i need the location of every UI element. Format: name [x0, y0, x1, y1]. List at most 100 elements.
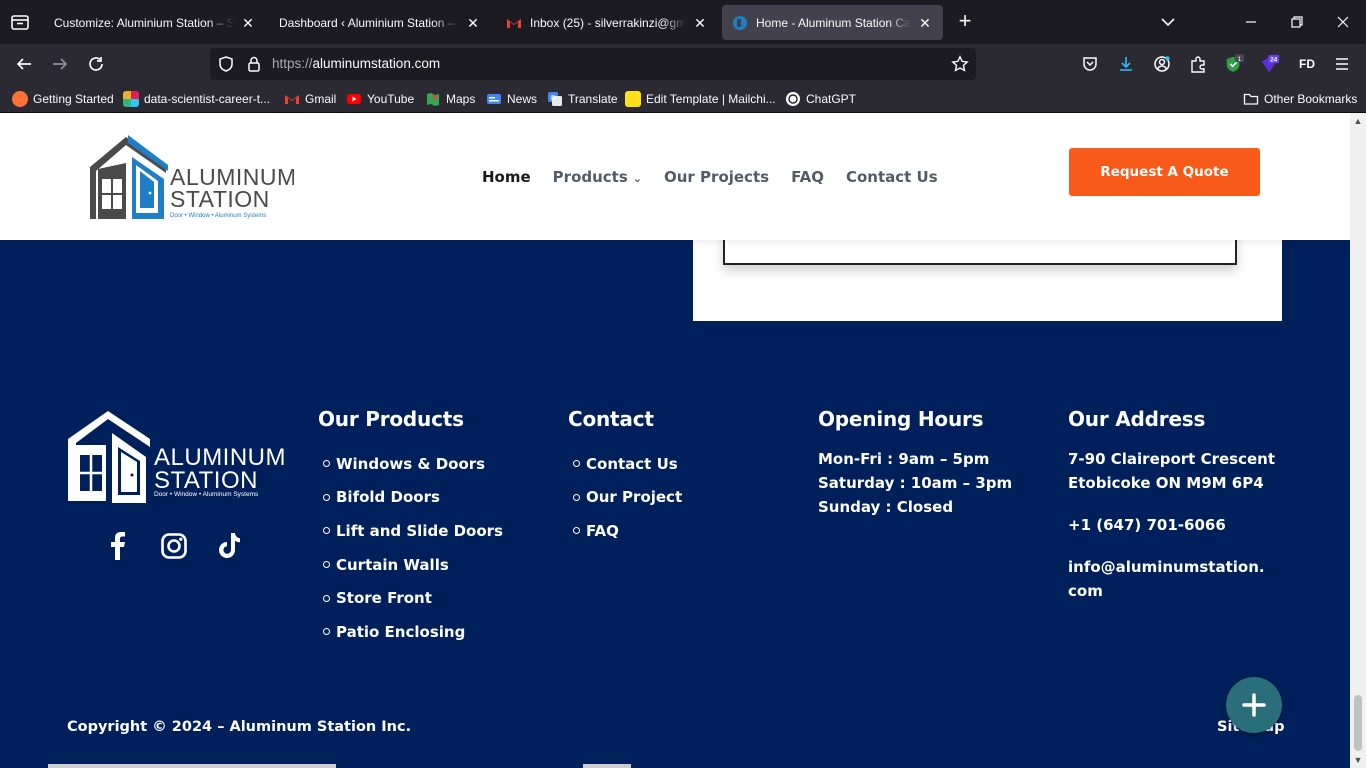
facebook-icon[interactable] [105, 531, 131, 561]
bookmark-youtube[interactable]: YouTube [346, 90, 414, 108]
bullet-icon [573, 527, 580, 535]
hours-weekdays: Mon-Fri : 9am – 5pm [818, 450, 990, 468]
hours-saturday: Saturday : 10am – 3pm [818, 474, 1013, 492]
bookmark-label: Getting Started [33, 92, 114, 106]
tab-bar: Customize: Aluminium Station – Sta ✕ Das… [0, 0, 1366, 44]
nav-contact-us[interactable]: Contact Us [846, 168, 938, 186]
close-icon[interactable]: ✕ [240, 15, 256, 31]
bookmark-label: Translate [568, 92, 618, 106]
reload-icon[interactable] [86, 54, 106, 74]
chatgpt-icon [786, 92, 800, 106]
address-bar[interactable]: https://aluminumstation.com [210, 48, 976, 80]
bookmark-translate[interactable]: G Translate [547, 90, 618, 108]
bookmark-getting-started[interactable]: Getting Started [12, 90, 114, 108]
forward-icon[interactable] [50, 54, 70, 74]
pocket-icon[interactable] [1080, 54, 1100, 74]
footer-hours-column: Opening Hours Mon-Fri : 9am – 5pm Saturd… [818, 407, 1012, 519]
minimize-icon[interactable] [1241, 12, 1261, 32]
phone-link[interactable]: +1 (647) 701-6066 [1068, 513, 1275, 537]
purple-extension-icon[interactable]: 24 [1260, 54, 1280, 74]
plus-icon [1242, 693, 1266, 717]
partial-element-bottom [48, 764, 336, 768]
copyright-text: Copyright © 2024 – Aluminum Station Inc. [67, 719, 412, 735]
tab-title: Home - Aluminum Station Canada [756, 15, 911, 30]
restore-icon[interactable] [1287, 12, 1307, 32]
footer-address-heading: Our Address [1068, 407, 1206, 431]
floating-plus-button[interactable] [1226, 677, 1282, 733]
chevron-down-icon[interactable] [1158, 12, 1178, 32]
bookmark-data-scientist[interactable]: data-scientist-career-t... [123, 90, 270, 108]
youtube-icon [347, 94, 361, 104]
page-scrollbar[interactable]: ▲ ▼ [1350, 113, 1366, 768]
lock-icon[interactable] [244, 54, 264, 74]
nav-home[interactable]: Home [482, 168, 531, 186]
bookmark-label: YouTube [367, 92, 415, 106]
news-icon [487, 94, 501, 104]
footer-contact-link[interactable]: Our Project [568, 481, 682, 515]
shield-icon[interactable] [216, 54, 236, 74]
footer-product-link[interactable]: Lift and Slide Doors [318, 514, 503, 548]
footer-product-link[interactable]: Patio Enclosing [318, 615, 503, 649]
close-icon[interactable]: ✕ [692, 15, 708, 31]
bookmark-label: ChatGPT [806, 92, 857, 106]
download-icon[interactable] [1116, 54, 1136, 74]
footer-product-link[interactable]: Store Front [318, 581, 503, 615]
bookmark-gmail[interactable]: Gmail [284, 90, 336, 108]
footer-product-label: Bifold Doors [336, 488, 440, 507]
footer-product-link[interactable]: Curtain Walls [318, 548, 503, 582]
footer-contact-link[interactable]: Contact Us [568, 447, 682, 481]
footer-product-link[interactable]: Bifold Doors [318, 481, 503, 515]
tab-home[interactable]: Home - Aluminum Station Canada ✕ [722, 5, 943, 40]
bookmark-news[interactable]: News [486, 90, 537, 108]
bookmark-maps[interactable]: Maps [425, 90, 475, 108]
folder-icon [1243, 93, 1259, 105]
back-icon[interactable] [14, 54, 34, 74]
tab-list-icon[interactable] [8, 10, 32, 34]
adblock-shield-icon[interactable]: 1 [1224, 54, 1244, 74]
url-text[interactable]: https://aluminumstation.com [272, 56, 440, 71]
nav-products[interactable]: Products ⌄ [553, 168, 642, 186]
scrollbar-thumb[interactable] [1354, 695, 1362, 751]
footer-products-list: Windows & Doors Bifold Doors Lift and Sl… [318, 447, 503, 649]
footer-products-heading: Our Products [318, 407, 464, 431]
menu-icon[interactable] [1332, 54, 1352, 74]
chevron-down-icon: ⌄ [632, 172, 642, 185]
footer-contact-link[interactable]: FAQ [568, 514, 682, 548]
bullet-icon [323, 561, 330, 569]
tiktok-icon[interactable] [217, 531, 243, 561]
close-icon[interactable]: ✕ [465, 15, 481, 31]
tab-inbox[interactable]: Inbox (25) - silverrakinzi@gmail.co ✕ [496, 5, 718, 40]
bookmark-label: Gmail [305, 92, 337, 106]
extensions-icon[interactable] [1188, 54, 1208, 74]
email-link[interactable]: info@aluminumstation.com [1068, 555, 1272, 603]
nav-products-label: Products [552, 168, 628, 186]
instagram-icon[interactable] [161, 531, 187, 561]
bookmark-star-icon[interactable] [950, 54, 970, 74]
footer-contact-label: Our Project [586, 488, 683, 507]
bookmark-mailchimp[interactable]: Edit Template | Mailchi... [625, 90, 776, 108]
other-bookmarks[interactable]: Other Bookmarks [1243, 90, 1357, 108]
footer-product-label: Store Front [336, 589, 432, 608]
bullet-icon [573, 460, 580, 468]
profile-extension-icon[interactable]: FD [1296, 54, 1318, 74]
bookmark-chatgpt[interactable]: ChatGPT [785, 90, 856, 108]
tab-customize[interactable]: Customize: Aluminium Station – Sta ✕ [44, 5, 266, 40]
account-icon[interactable] [1152, 54, 1172, 74]
scroll-down-icon[interactable]: ▼ [1353, 755, 1363, 765]
nav-faq[interactable]: FAQ [791, 168, 824, 186]
close-window-icon[interactable] [1333, 12, 1353, 32]
footer-contact-column: Contact Contact Us Our Project FAQ [568, 407, 682, 548]
site-logo[interactable]: ALUMINUM STATION Door • Window • Aluminu… [88, 131, 294, 223]
bookmark-label: data-scientist-career-t... [144, 92, 271, 106]
footer-products-column: Our Products Windows & Doors Bifold Door… [318, 407, 503, 649]
new-tab-icon[interactable]: + [954, 10, 976, 33]
footer-product-link[interactable]: Windows & Doors [318, 447, 503, 481]
scroll-up-icon[interactable]: ▲ [1353, 116, 1363, 126]
tab-dashboard[interactable]: Dashboard ‹ Aluminium Station — W ✕ [269, 5, 491, 40]
request-quote-button[interactable]: Request A Quote [1069, 148, 1260, 196]
bullet-icon [323, 628, 330, 636]
close-icon[interactable]: ✕ [917, 15, 933, 31]
footer-logo[interactable]: ALUMINUM STATION Door • Window • Aluminu… [66, 411, 284, 505]
footer-contact-label: FAQ [586, 521, 619, 540]
nav-our-projects[interactable]: Our Projects [664, 168, 769, 186]
